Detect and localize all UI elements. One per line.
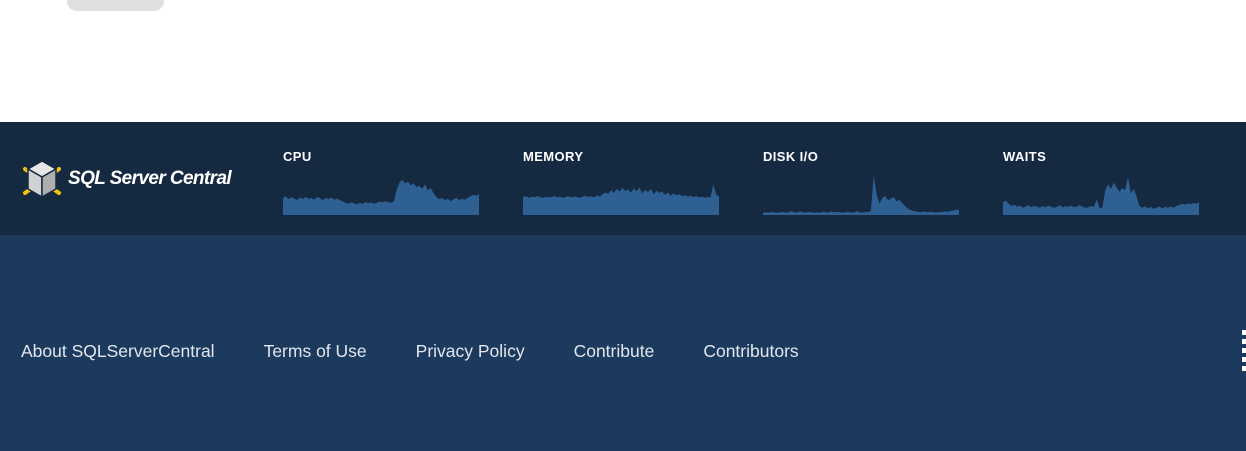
feedback-tab-dash [1242,348,1246,353]
feedback-tab-dash [1242,357,1246,362]
monitor-memory: MEMORY [523,150,719,215]
feedback-tab-dash [1242,366,1246,371]
monitor-waits: WAITS [1003,150,1199,215]
link-privacy-policy[interactable]: Privacy Policy [416,340,525,362]
link-contribute[interactable]: Contribute [574,340,655,362]
clipped-top-button[interactable] [67,0,164,11]
monitor-cpu-label: CPU [283,149,312,164]
feedback-tab-dash [1242,339,1246,344]
monitor-cpu: CPU [283,150,479,215]
footer-links-nav: About SQLServerCentral Terms of Use Priv… [21,340,799,362]
disk-io-sparkline-chart [763,175,959,215]
monitor-memory-label: MEMORY [523,149,584,164]
memory-sparkline-chart [523,184,719,215]
waits-sparkline-chart [1003,176,1199,215]
clipped-feedback-tab[interactable] [1242,330,1246,371]
cpu-sparkline-chart [283,179,479,215]
link-contributors[interactable]: Contributors [703,340,798,362]
sqlservercentral-logo[interactable]: SQL Server Central [21,157,232,201]
logo-text: SQL Server Central [68,168,232,189]
link-about-sqlservercentral[interactable]: About SQLServerCentral [21,340,215,362]
page: SQL Server Central CPU MEMORY DISK I/O W… [0,0,1246,451]
feedback-tab-dash [1242,330,1246,335]
monitor-disk-io: DISK I/O [763,150,959,215]
link-terms-of-use[interactable]: Terms of Use [264,340,367,362]
monitor-disk-io-label: DISK I/O [763,149,819,164]
monitor-waits-label: WAITS [1003,149,1047,164]
cube-logo-icon [23,160,61,199]
